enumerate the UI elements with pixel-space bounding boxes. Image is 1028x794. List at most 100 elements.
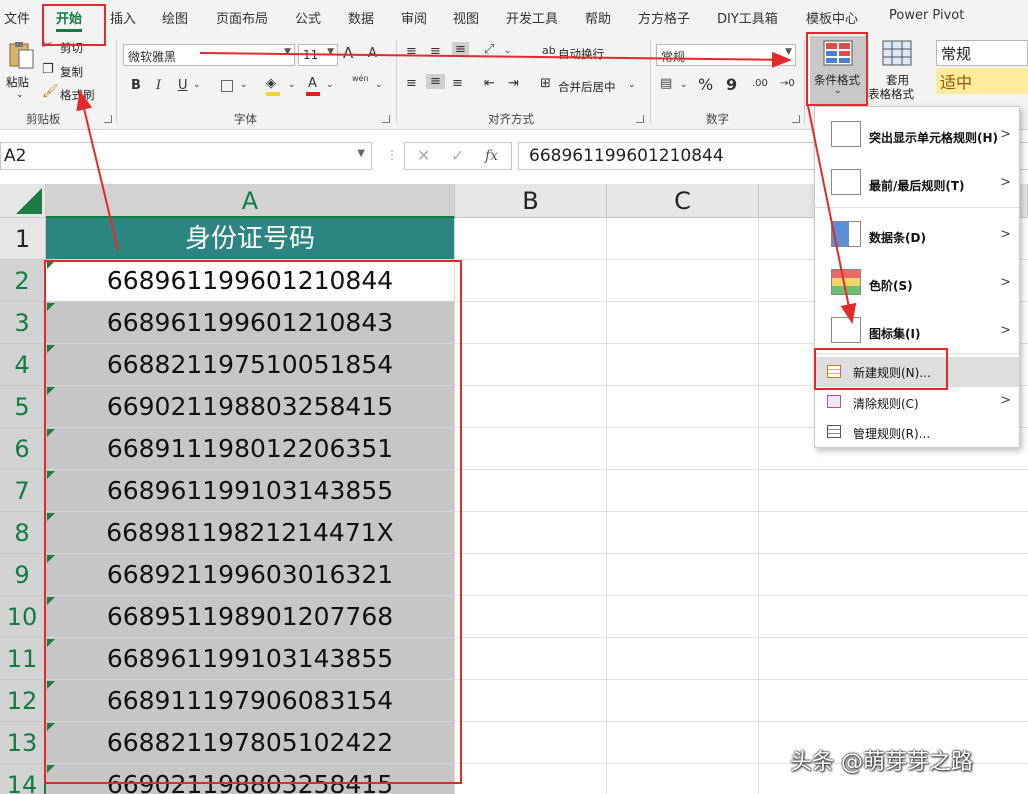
copy-button[interactable]: 复制 — [60, 64, 83, 80]
align-bottom-icon[interactable]: ≡ — [452, 42, 469, 57]
fill-color-icon[interactable]: ◈ — [266, 76, 276, 91]
alignment-launcher-icon[interactable] — [636, 115, 644, 123]
chevron-right-icon: > — [1000, 393, 1011, 408]
align-middle-icon[interactable]: ≡ — [430, 44, 441, 59]
italic-button[interactable]: I — [156, 78, 161, 93]
menu-item-color-scales[interactable]: 色阶(S) > — [815, 265, 1019, 301]
clipboard-launcher-icon[interactable] — [104, 115, 112, 123]
decrease-indent-icon[interactable]: ⇤ — [484, 76, 495, 91]
chevron-down-icon[interactable]: ⌄ — [504, 46, 512, 56]
underline-button[interactable]: U — [178, 78, 188, 93]
borders-icon[interactable] — [221, 80, 233, 92]
enter-icon[interactable]: ✓ — [451, 146, 464, 165]
tab-developer[interactable]: 开发工具 — [506, 8, 558, 27]
tab-help[interactable]: 帮助 — [585, 8, 611, 27]
menu-item-top-bottom[interactable]: 最前/最后规则(T) > — [815, 165, 1019, 201]
format-painter-button[interactable]: 格式刷 — [60, 87, 95, 103]
tab-file[interactable]: 文件 — [4, 8, 30, 27]
tab-formulas[interactable]: 公式 — [295, 8, 321, 27]
wrap-text-button[interactable]: 自动换行 — [558, 46, 604, 62]
row-header-3[interactable]: 3 — [0, 302, 46, 344]
comma-button[interactable]: 9 — [726, 75, 737, 94]
number-format-combo[interactable]: 常规 ▼ — [656, 44, 796, 66]
number-group-label: 数字 — [706, 112, 729, 126]
menu-item-label: 最前/最后规则(T) — [869, 179, 965, 193]
chevron-down-icon[interactable]: ⌄ — [680, 80, 688, 90]
conditional-formatting-menu: 突出显示单元格规则(H) > 最前/最后规则(T) > 数据条(D) > 色阶(… — [814, 106, 1020, 448]
row-header-6[interactable]: 6 — [0, 428, 46, 470]
paste-dropdown-icon[interactable]: ⌄ — [16, 90, 24, 100]
chevron-down-icon[interactable]: ⌄ — [628, 80, 636, 90]
tab-template-center[interactable]: 模板中心 — [806, 8, 858, 27]
chevron-down-icon[interactable]: ⌄ — [193, 80, 201, 90]
decrease-decimal-button[interactable]: →0 — [780, 78, 795, 89]
format-as-table-button[interactable]: 套用 表格格式 — [868, 36, 930, 104]
select-all-button[interactable] — [0, 184, 46, 218]
bold-button[interactable]: B — [131, 78, 141, 93]
align-left-icon[interactable]: ≡ — [406, 76, 417, 91]
increase-decimal-button[interactable]: .00 — [752, 78, 768, 89]
row-header-12[interactable]: 12 — [0, 680, 46, 722]
number-format-value: 常规 — [661, 50, 686, 64]
currency-icon[interactable]: ▤ — [660, 76, 672, 91]
column-header-a[interactable]: A — [46, 184, 455, 218]
tab-power-pivot[interactable]: Power Pivot — [889, 8, 964, 23]
font-color-button[interactable]: A — [308, 76, 317, 91]
header-cell[interactable]: 身份证号码 — [46, 218, 455, 260]
align-center-icon[interactable]: ≡ — [426, 74, 445, 89]
tab-page-layout[interactable]: 页面布局 — [216, 8, 268, 27]
increase-indent-icon[interactable]: ⇥ — [508, 76, 519, 91]
font-color-swatch — [306, 92, 320, 96]
merge-center-button[interactable]: 合并后居中 — [558, 79, 616, 95]
phonetic-button[interactable]: wén — [352, 74, 369, 83]
name-box[interactable]: A2 ▼ — [0, 142, 372, 170]
cancel-icon[interactable]: ✕ — [417, 146, 430, 165]
paste-button[interactable]: 粘贴 ⌄ — [4, 38, 38, 104]
row-header-2[interactable]: 2 — [0, 260, 46, 302]
row-header-7[interactable]: 7 — [0, 470, 46, 512]
tab-diy-toolbox[interactable]: DIY工具箱 — [717, 8, 778, 27]
tab-draw[interactable]: 绘图 — [162, 8, 188, 27]
tab-fangfang[interactable]: 方方格子 — [638, 8, 690, 27]
table-style-icon — [882, 40, 912, 66]
row-header-11[interactable]: 11 — [0, 638, 46, 680]
menu-item-manage-rules[interactable]: 管理规则(R)... — [815, 419, 1019, 447]
chevron-down-icon[interactable]: ⌄ — [288, 80, 296, 90]
row-header-13[interactable]: 13 — [0, 722, 46, 764]
column-header-c[interactable]: C — [607, 184, 759, 218]
menu-item-data-bars[interactable]: 数据条(D) > — [815, 217, 1019, 253]
font-name-combo[interactable]: 微软雅黑 ▼ — [123, 44, 295, 66]
font-size-combo[interactable]: 11 ▼ — [298, 44, 338, 66]
menu-item-icon-sets[interactable]: 图标集(I) > — [815, 313, 1019, 349]
tab-insert[interactable]: 插入 — [110, 8, 136, 27]
orientation-icon[interactable]: ⤢ — [484, 42, 494, 57]
drag-handle-icon[interactable]: ⋮ — [386, 148, 398, 162]
row-header-14[interactable]: 14 — [0, 764, 46, 794]
row-header-4[interactable]: 4 — [0, 344, 46, 386]
menu-item-highlight-rules[interactable]: 突出显示单元格规则(H) > — [815, 117, 1019, 153]
tab-data[interactable]: 数据 — [348, 8, 374, 27]
chevron-down-icon[interactable]: ⌄ — [326, 80, 334, 90]
chevron-down-icon[interactable]: ⌄ — [240, 80, 248, 90]
number-launcher-icon[interactable] — [792, 115, 800, 123]
menu-item-clear-rules[interactable]: 清除规则(C) > — [815, 389, 1019, 417]
column-header-b[interactable]: B — [455, 184, 607, 218]
row-header-1[interactable]: 1 — [0, 218, 46, 260]
align-top-icon[interactable]: ≡ — [406, 44, 417, 59]
grow-font-button[interactable]: A — [343, 44, 353, 62]
row-header-10[interactable]: 10 — [0, 596, 46, 638]
percent-button[interactable]: % — [698, 75, 713, 94]
tab-view[interactable]: 视图 — [453, 8, 479, 27]
font-launcher-icon[interactable] — [382, 115, 390, 123]
align-right-icon[interactable]: ≡ — [452, 76, 463, 91]
row-header-5[interactable]: 5 — [0, 386, 46, 428]
row-header-8[interactable]: 8 — [0, 512, 46, 554]
insert-function-button[interactable]: fx — [485, 148, 498, 164]
row-header-9[interactable]: 9 — [0, 554, 46, 596]
style-normal[interactable]: 常规 — [936, 40, 1028, 66]
annotation-box-selection — [44, 260, 462, 784]
chevron-down-icon[interactable]: ⌄ — [375, 80, 383, 90]
shrink-font-button[interactable]: A — [368, 46, 377, 61]
style-neutral[interactable]: 适中 — [936, 68, 1028, 94]
tab-review[interactable]: 审阅 — [401, 8, 427, 27]
